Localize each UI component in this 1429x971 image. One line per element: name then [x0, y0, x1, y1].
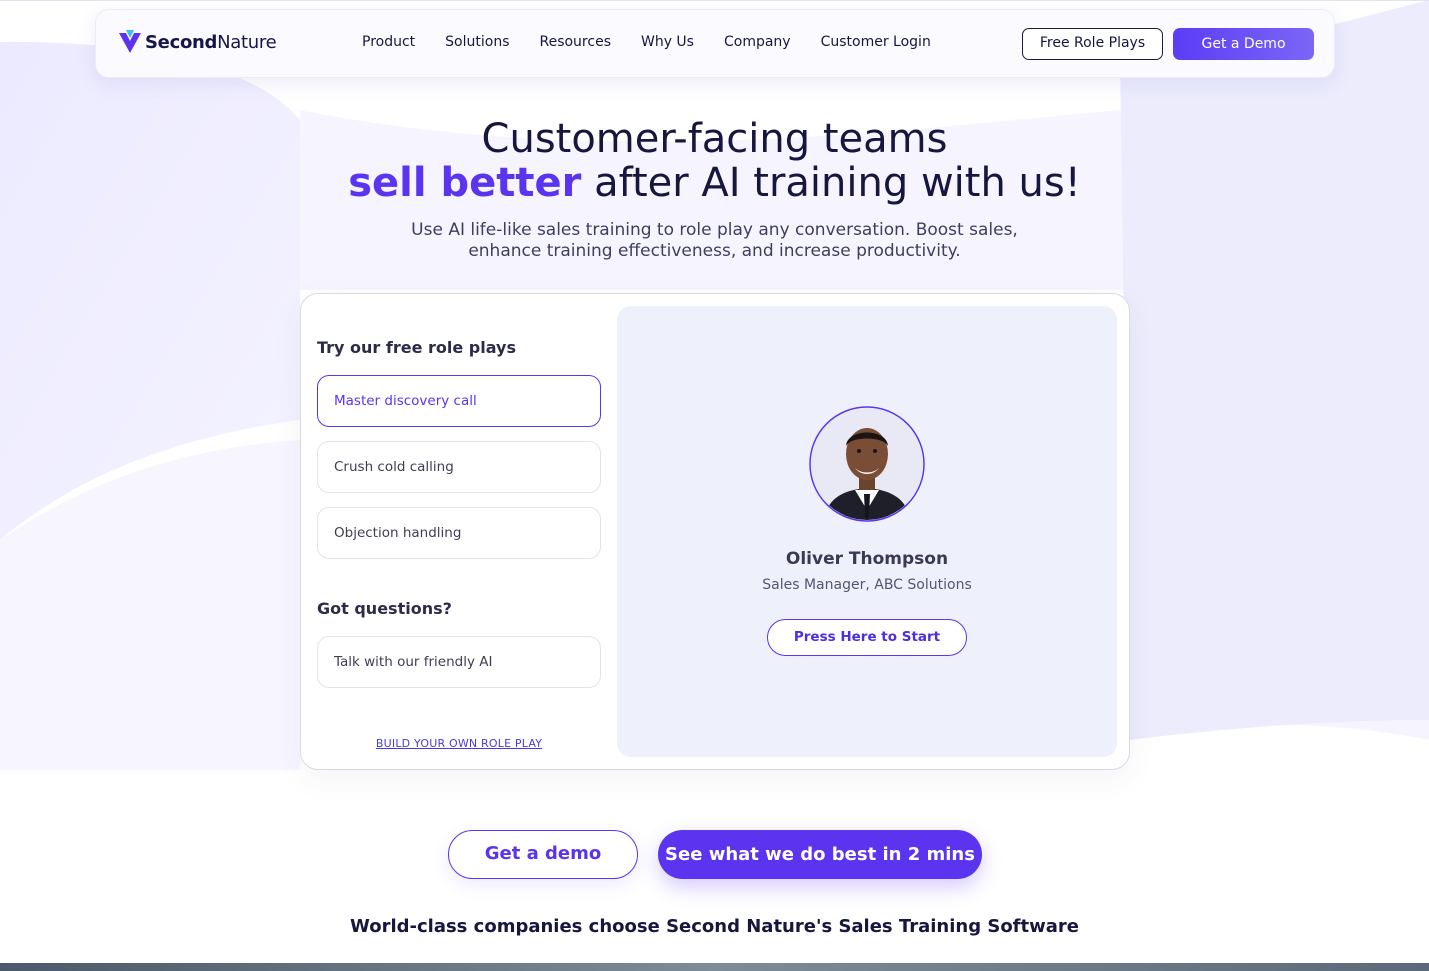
- free-role-plays-button[interactable]: Free Role Plays: [1022, 28, 1163, 60]
- option-crush-cold-calling[interactable]: Crush cold calling: [317, 441, 601, 493]
- logo-text: SecondNature: [145, 31, 277, 53]
- hero-heading-rest: after AI training with us!: [581, 160, 1081, 206]
- role-play-widget: Try our free role plays Master discovery…: [300, 293, 1130, 770]
- persona-avatar: [809, 406, 925, 522]
- nav-customer-login[interactable]: Customer Login: [821, 34, 931, 50]
- build-own-role-play-link[interactable]: BUILD YOUR OWN ROLE PLAY: [301, 737, 617, 750]
- hero-subtitle-line1: Use AI life-like sales training to role …: [411, 220, 1018, 240]
- nav-company[interactable]: Company: [724, 34, 791, 50]
- site-header: SecondNature Product Solutions Resources…: [95, 9, 1335, 78]
- nav-solutions[interactable]: Solutions: [445, 34, 509, 50]
- logo-icon: [119, 30, 141, 53]
- watch-video-cta[interactable]: See what we do best in 2 mins: [658, 830, 982, 879]
- hero-heading-line2: sell better after AI training with us!: [0, 160, 1429, 206]
- customers-tagline: World-class companies choose Second Natu…: [350, 916, 1079, 937]
- get-a-demo-button[interactable]: Get a Demo: [1173, 28, 1314, 60]
- top-border: [0, 0, 1429, 1]
- nav-resources[interactable]: Resources: [539, 34, 611, 50]
- option-talk-with-ai[interactable]: Talk with our friendly AI: [317, 636, 601, 688]
- persona-name: Oliver Thompson: [785, 549, 949, 569]
- hero-subtitle-line2: enhance training effectiveness, and incr…: [468, 241, 961, 261]
- get-a-demo-cta[interactable]: Get a demo: [448, 830, 638, 879]
- role-plays-title: Try our free role plays: [317, 338, 516, 357]
- persona-panel: Oliver Thompson Sales Manager, ABC Solut…: [617, 306, 1117, 757]
- main-nav: Product Solutions Resources Why Us Compa…: [362, 34, 961, 50]
- questions-title: Got questions?: [317, 599, 452, 618]
- persona-role: Sales Manager, ABC Solutions: [762, 577, 972, 593]
- option-objection-handling[interactable]: Objection handling: [317, 507, 601, 559]
- hero-highlight: sell better: [348, 160, 582, 206]
- nav-why-us[interactable]: Why Us: [641, 34, 694, 50]
- logo[interactable]: SecondNature: [118, 29, 277, 55]
- hero-heading-line1: Customer-facing teams: [481, 116, 948, 162]
- hero-subtitle: Use AI life-like sales training to role …: [0, 220, 1429, 262]
- logo-strip-edge: [0, 963, 1429, 971]
- press-to-start-button[interactable]: Press Here to Start: [767, 619, 967, 656]
- nav-product[interactable]: Product: [362, 34, 415, 50]
- option-master-discovery-call[interactable]: Master discovery call: [317, 375, 601, 427]
